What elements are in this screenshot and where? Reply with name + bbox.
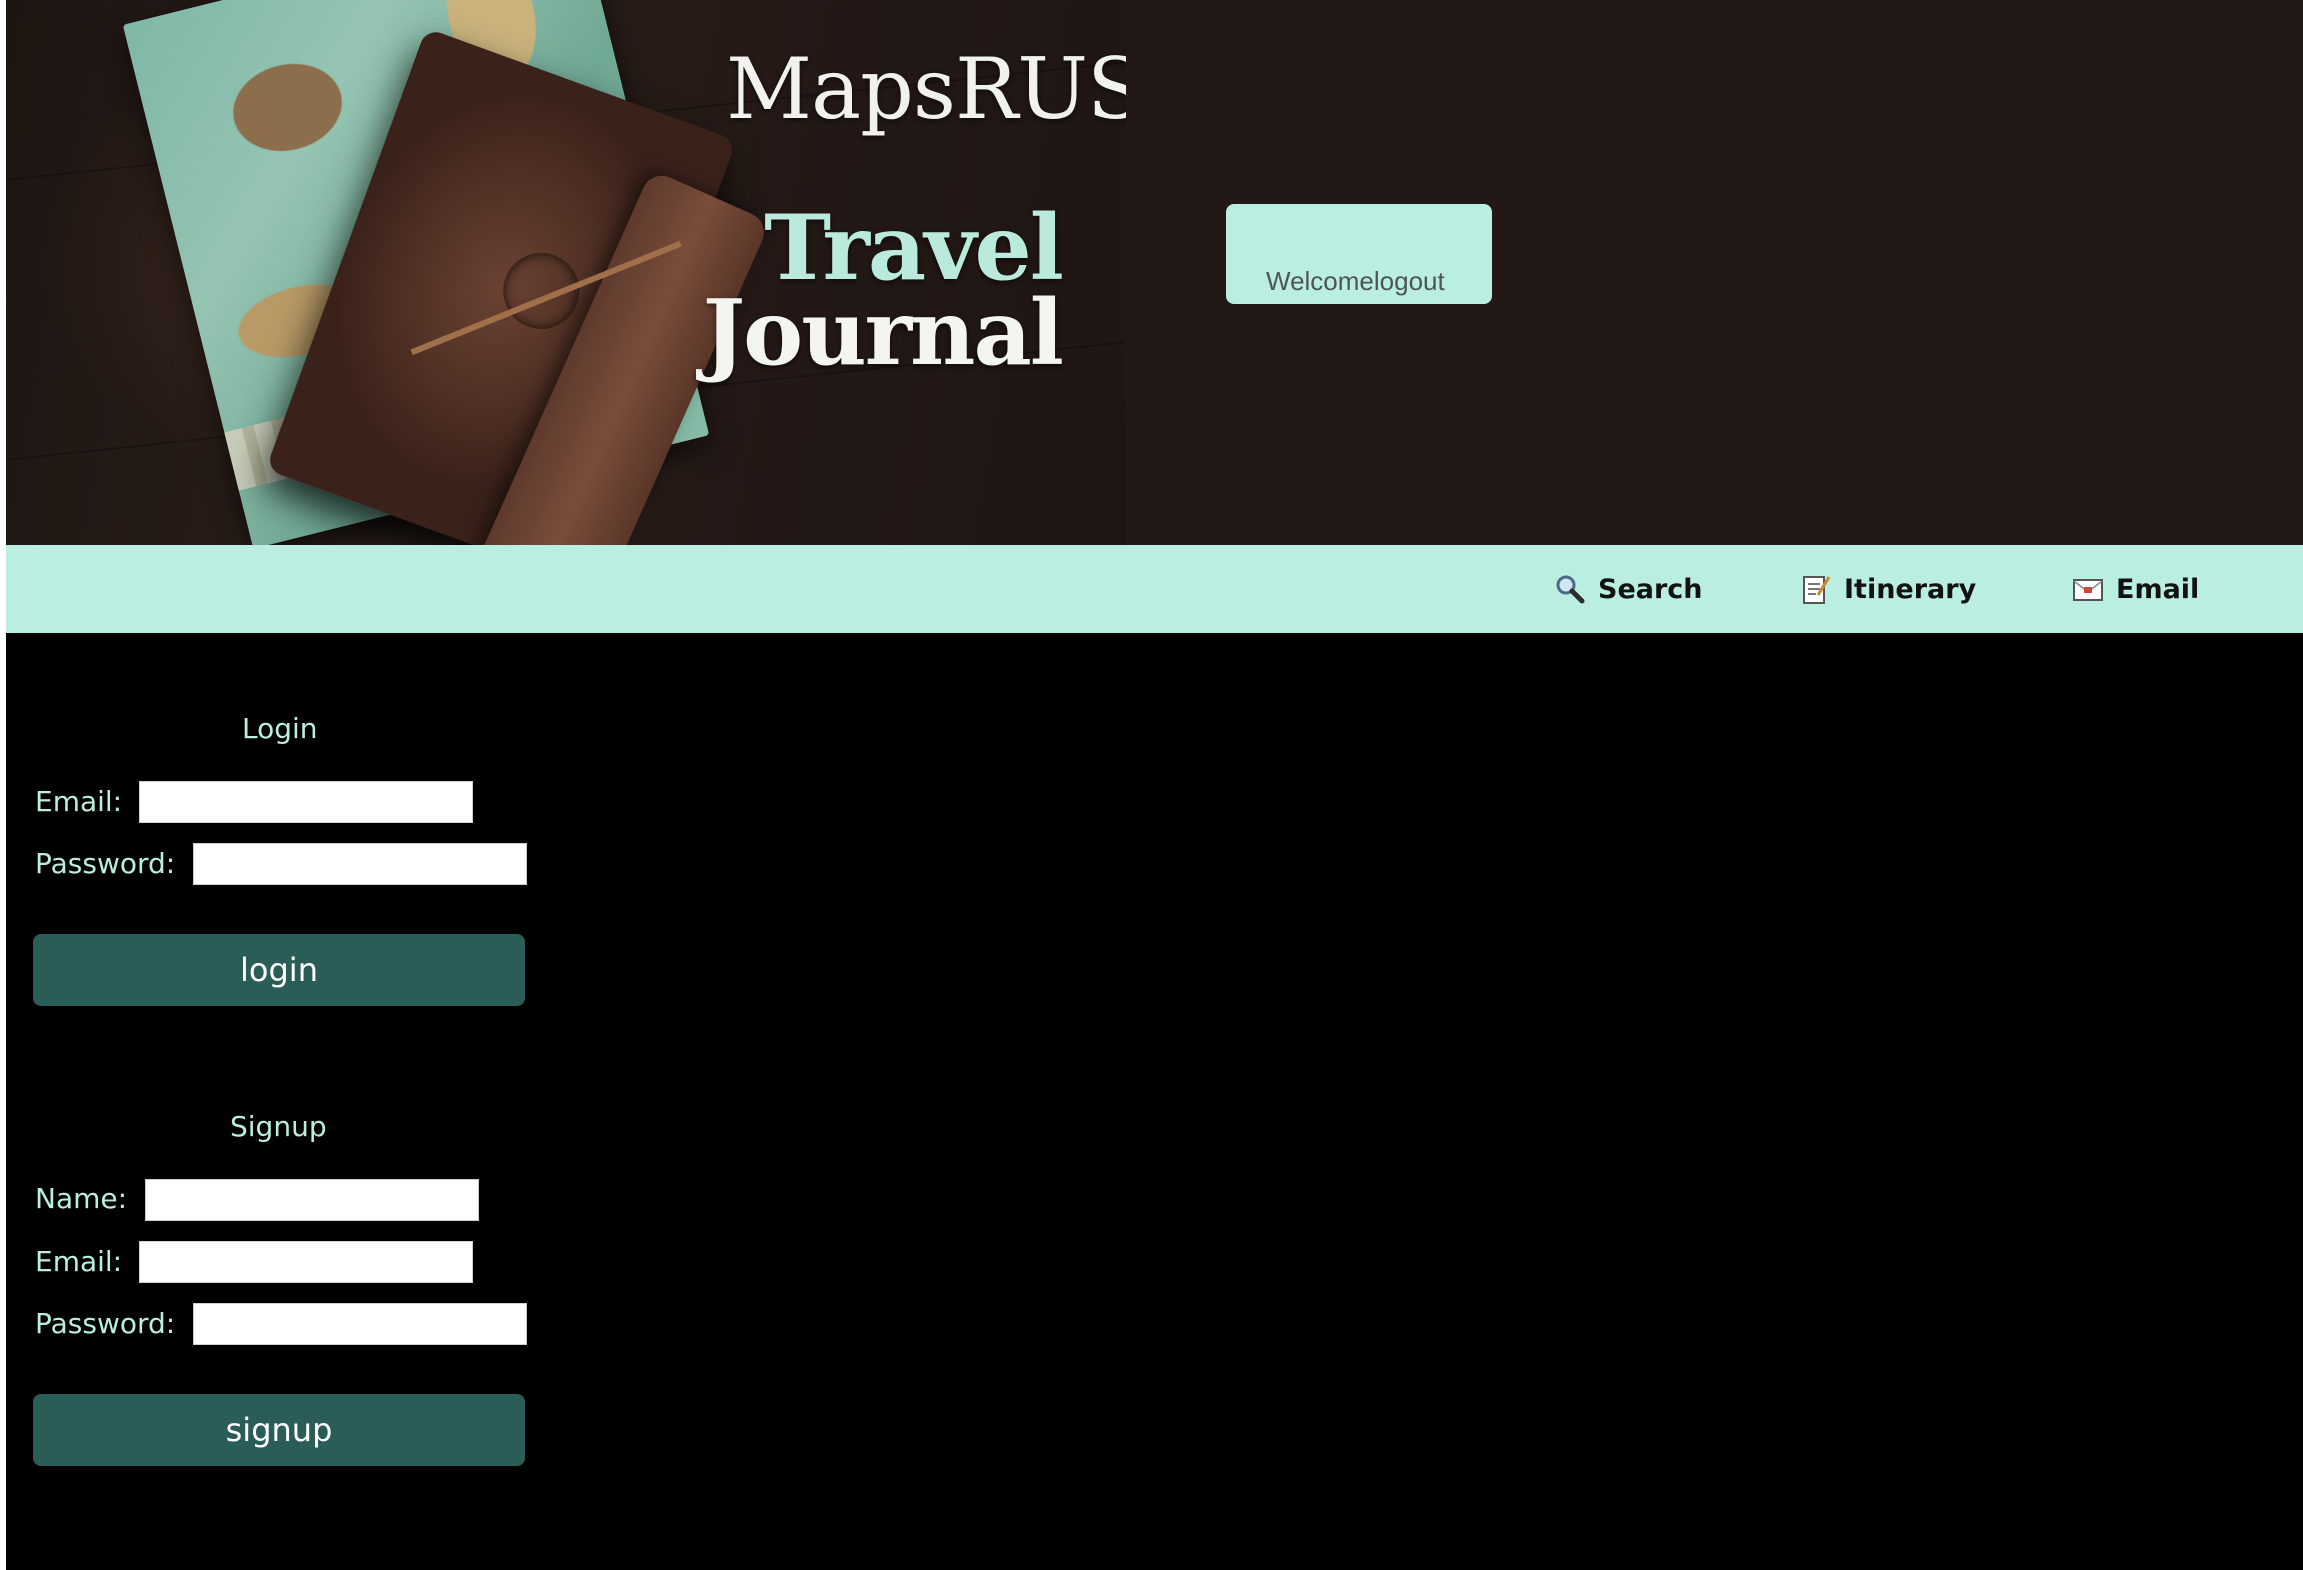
login-email-input[interactable] (139, 781, 473, 823)
search-icon (1554, 573, 1586, 605)
signup-name-input[interactable] (145, 1179, 479, 1221)
banner-title-line2: Journal (702, 280, 1064, 386)
signup-button[interactable]: signup (33, 1394, 525, 1466)
nav-email-label: Email (2116, 573, 2200, 605)
banner-image: MapsRUS Travel Journal (6, 0, 1126, 545)
nav-bar: Search Itinerary Email (6, 545, 2303, 633)
nav-search[interactable]: Search (1554, 545, 1703, 633)
signup-password-label: Password: (35, 1307, 176, 1340)
nav-itinerary[interactable]: Itinerary (1800, 545, 1976, 633)
signup-title: Signup (230, 1110, 327, 1143)
signup-email-input[interactable] (139, 1241, 473, 1283)
welcome-logout-link[interactable]: Welcomelogout (1266, 266, 1445, 297)
login-password-input[interactable] (193, 843, 527, 885)
welcome-panel: Welcomelogout (1226, 204, 1492, 304)
login-email-label: Email: (35, 785, 123, 818)
nav-itinerary-label: Itinerary (1844, 573, 1977, 605)
nav-search-label: Search (1598, 573, 1703, 605)
nav-email[interactable]: Email (2072, 545, 2199, 633)
login-password-label: Password: (35, 847, 176, 880)
site-header: MapsRUS Travel Journal Welcomelogout (6, 0, 2303, 545)
login-button[interactable]: login (33, 934, 525, 1006)
signup-password-input[interactable] (193, 1303, 527, 1345)
brand-logo: MapsRUS (726, 40, 1126, 138)
login-title: Login (242, 712, 318, 745)
signup-email-label: Email: (35, 1245, 123, 1278)
signup-name-label: Name: (35, 1182, 128, 1215)
compass-emblem (492, 242, 590, 340)
email-icon (2072, 573, 2104, 605)
itinerary-icon (1800, 573, 1832, 605)
